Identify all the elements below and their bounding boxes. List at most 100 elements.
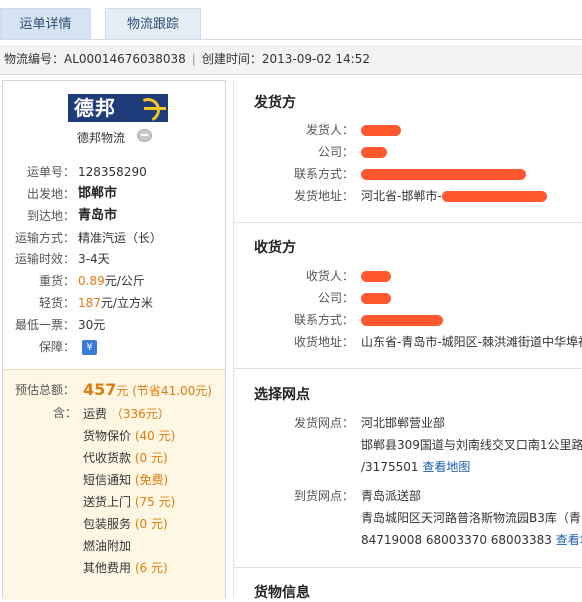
send-outlet-label: 发货网点： [293,416,354,430]
fee-item: 送货上门 (75 元) [83,491,175,513]
divider [234,368,582,369]
logistics-no-label: 物流编号： [4,52,65,66]
waybill-label: 运单号： [26,165,75,179]
fee-item: 其他费用 (6 元) [83,557,168,579]
receiver-title: 收货方 [254,240,296,256]
fee-name: 送货上门 [83,495,132,509]
redaction-mark [361,315,443,326]
yen-icon[interactable]: ¥ [82,340,97,355]
logo-text: 德邦 [74,96,116,120]
receiver-address-label: 收货地址： [293,335,354,349]
origin-row: 出发地： 邯郸市 [3,184,225,204]
transport-mode-row: 运输方式： 精准汽运（长） [3,228,225,248]
logistics-no: AL00014676038038 [64,52,186,66]
heavy-row: 重货： 0.89元/公斤 [3,271,225,291]
sender-title: 发货方 [254,95,296,111]
tab-logistics-tracking[interactable]: 物流跟踪 [105,8,201,39]
send-outlet-name: 河北邯郸营业部 [361,416,446,430]
recv-outlet-phone: 84719008 68003370 68003383 [361,533,552,547]
sender-address-label: 发货地址： [293,189,354,203]
send-view-map-link[interactable]: 查看地图 [422,460,470,474]
recv-outlet-address: 青岛城阳区天河路普洛斯物流园B3库（青岛 [361,511,582,525]
origin-label: 出发地： [26,187,75,201]
sender-address-value: 河北省-邯郸市- [361,189,442,203]
receiver-name-row: 收货人： [234,265,582,287]
redaction-mark [361,293,391,304]
recv-outlet-phone-line: 84719008 68003370 68003383 查看地图 [361,530,582,550]
sender-contact-label: 联系方式： [293,167,354,181]
recv-outlet-row: 到货网点： 青岛派送部 [234,485,582,507]
sender-company-row: 公司： [234,141,582,163]
separator: | [191,52,196,66]
fee-name: 短信通知 [83,473,132,487]
outlets-title: 选择网点 [254,387,310,403]
fee-item: 运费 （336元） [83,403,170,425]
sender-name-label: 发货人： [305,123,354,137]
created-time: 2013-09-02 14:52 [261,52,370,66]
heavy-label: 重货： [38,274,75,288]
heavy-price: 0.89 [78,274,105,288]
tab-bar: 运单详情 物流跟踪 [0,0,582,40]
fee-name: 其他费用 [83,561,132,575]
fee-amount: (0 元) [134,451,168,465]
receiver-address-value: 山东省-青岛市-城阳区-棘洪滩街道中华埠社 [361,335,582,349]
fee-name: 包装服务 [83,517,132,531]
sender-contact-row: 联系方式： [234,163,582,185]
light-label: 轻货： [38,296,75,310]
include-label: 含： [52,406,77,420]
fee-amount: (6 元) [134,561,168,575]
min-ticket-value: 30元 [78,318,106,332]
send-outlet-phone: /3175501 [361,460,419,474]
total-row: 预估总额： 457元 (节省41.00元) [3,380,225,400]
fee-item: 短信通知 (免费) [83,469,168,491]
estimate-block: 预估总额： 457元 (节省41.00元) 含： 运费 （336元） 货物保价 … [3,369,225,600]
receiver-name-label: 收货人： [305,269,354,283]
fee-name: 货物保价 [83,429,132,443]
fee-amount: （336元） [110,407,170,421]
divider [234,222,582,223]
receiver-company-label: 公司： [317,291,354,305]
destination-value: 青岛市 [78,208,118,223]
fee-item: 代收货款 (0 元) [83,447,168,469]
light-row: 轻货： 187元/立方米 [3,293,225,313]
sender-company-label: 公司： [317,145,354,159]
waybill-value: 128358290 [78,165,147,179]
origin-value: 邯郸市 [78,186,118,201]
total-amount: 457 [83,380,117,399]
fee-item: 燃油附加 [83,535,131,557]
sender-address-row: 发货地址： 河北省-邯郸市- [234,185,582,207]
recv-view-map-link[interactable]: 查看地图 [556,533,582,547]
light-unit: 元/立方米 [100,296,153,310]
chat-icon[interactable] [137,129,152,142]
light-price: 187 [78,296,101,310]
carrier-name: 德邦物流 [77,131,126,145]
logo-swirl-icon [132,94,164,126]
logo-bar [144,107,166,110]
guarantee-row: 保障： ¥ [3,337,225,357]
fee-amount: (75 元) [134,495,176,509]
redaction-mark [441,191,547,202]
destination-row: 到达地： 青岛市 [3,206,225,226]
recv-outlet-name: 青岛派送部 [361,489,422,503]
fee-amount: (免费) [134,473,169,487]
fee-name: 燃油附加 [83,539,132,553]
fee-amount: (40 元) [134,429,176,443]
send-outlet-phone-line: /3175501 查看地图 [361,457,470,477]
transit-time-value: 3-4天 [78,252,110,266]
total-unit: 元 [116,384,129,398]
heavy-unit: 元/公斤 [104,274,145,288]
guarantee-label: 保障： [38,340,75,354]
total-label: 预估总额： [14,383,75,397]
details-panel: 发货方 发货人： 公司： 联系方式： 发货地址： 河北省-邯郸市- 收货方 收货… [233,80,582,601]
min-ticket-row: 最低一票： 30元 [3,315,225,335]
fee-amount: (0 元) [134,517,168,531]
fee-name: 代收货款 [83,451,132,465]
saving-text: (节省41.00元) [132,384,212,398]
sender-name-row: 发货人： [234,119,582,141]
receiver-address-row: 收货地址： 山东省-青岛市-城阳区-棘洪滩街道中华埠社 [234,331,582,353]
destination-label: 到达地： [26,209,75,223]
tab-waybill-details[interactable]: 运单详情 [0,8,91,39]
min-ticket-label: 最低一票： [14,318,75,332]
receiver-contact-row: 联系方式： [234,309,582,331]
send-outlet-address: 邯郸县309国道与刘南线交叉口南1公里路 [361,438,582,452]
